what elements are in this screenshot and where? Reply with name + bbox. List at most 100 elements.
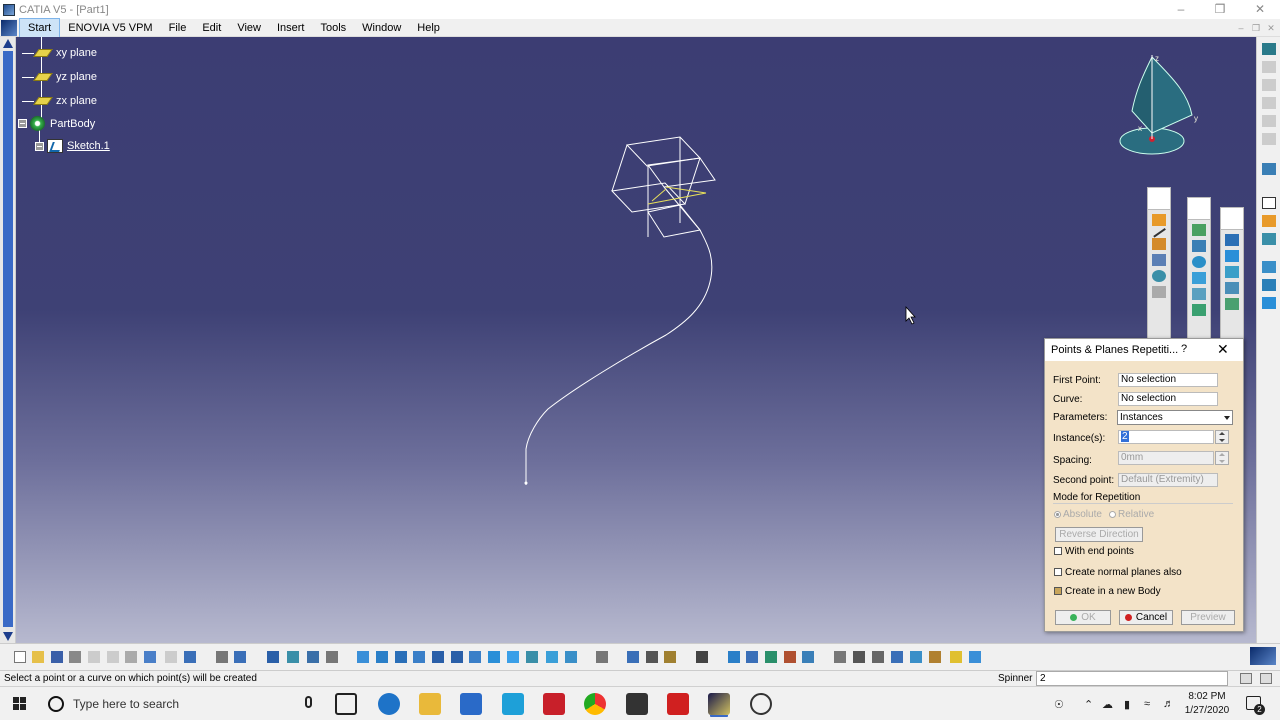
tool-icon[interactable] bbox=[1261, 79, 1276, 91]
snap-icon[interactable] bbox=[287, 651, 299, 663]
menu-view[interactable]: View bbox=[229, 19, 269, 37]
toolbar-grip[interactable] bbox=[1188, 198, 1210, 220]
copy-icon[interactable] bbox=[107, 651, 119, 663]
sweep-tool-icon[interactable] bbox=[1192, 288, 1206, 300]
plane-tool-icon[interactable] bbox=[1152, 254, 1166, 266]
update-icon[interactable] bbox=[596, 651, 608, 663]
catia-taskbar-icon[interactable] bbox=[708, 693, 730, 715]
edit-icon[interactable] bbox=[746, 651, 758, 663]
doc-close-icon[interactable]: ✕ bbox=[1264, 21, 1278, 35]
edge-browser-icon[interactable] bbox=[378, 693, 400, 715]
tray-chevron-icon[interactable]: ⌃ bbox=[1084, 698, 1093, 711]
acrobat-icon[interactable] bbox=[667, 693, 689, 715]
rotate-icon[interactable] bbox=[413, 651, 425, 663]
capture-icon[interactable] bbox=[696, 651, 708, 663]
properties-icon[interactable] bbox=[929, 651, 941, 663]
blend-icon[interactable] bbox=[1261, 297, 1276, 309]
compass-toggle-icon[interactable] bbox=[872, 651, 884, 663]
point-tool-icon[interactable] bbox=[1152, 214, 1166, 226]
grid-icon[interactable] bbox=[267, 651, 279, 663]
create-normal-planes-checkbox[interactable]: Create normal planes also bbox=[1054, 567, 1182, 578]
toolbar-grip[interactable] bbox=[1221, 208, 1243, 230]
join-tool-icon[interactable] bbox=[1225, 234, 1239, 246]
instances-input[interactable]: 2 bbox=[1118, 430, 1214, 444]
spacing-input[interactable]: 0mm bbox=[1118, 451, 1214, 465]
status-icon[interactable] bbox=[1240, 673, 1252, 684]
analysis-icon[interactable] bbox=[326, 651, 338, 663]
window-restore-button[interactable]: ❒ bbox=[1200, 0, 1240, 19]
surface-icon[interactable] bbox=[1261, 233, 1276, 245]
menu-file[interactable]: File bbox=[161, 19, 195, 37]
undo-icon[interactable] bbox=[144, 651, 156, 663]
tool-icon[interactable] bbox=[1261, 61, 1276, 73]
open-folder-icon[interactable] bbox=[32, 651, 44, 663]
axis-system-icon[interactable] bbox=[627, 651, 639, 663]
zoom-out-icon[interactable] bbox=[451, 651, 463, 663]
ok-button[interactable]: OK bbox=[1055, 610, 1111, 625]
menu-help[interactable]: Help bbox=[409, 19, 448, 37]
tool-icon[interactable] bbox=[1261, 115, 1276, 127]
window-minimize-button[interactable]: – bbox=[1161, 0, 1201, 19]
points-repetition-tool-icon[interactable] bbox=[1152, 238, 1166, 250]
pan-icon[interactable] bbox=[395, 651, 407, 663]
menu-edit[interactable]: Edit bbox=[194, 19, 229, 37]
hide-show-icon[interactable] bbox=[546, 651, 558, 663]
sphere-tool-icon[interactable] bbox=[1192, 256, 1206, 268]
split-tool-icon[interactable] bbox=[1225, 250, 1239, 262]
iso-view-icon[interactable] bbox=[507, 651, 519, 663]
curve-endpoint[interactable] bbox=[524, 481, 528, 485]
parameters-select[interactable]: Instances bbox=[1117, 410, 1233, 425]
menu-window[interactable]: Window bbox=[354, 19, 409, 37]
revolve-icon[interactable] bbox=[1261, 261, 1276, 273]
status-icon[interactable] bbox=[1260, 673, 1272, 684]
light-icon[interactable] bbox=[853, 651, 865, 663]
preview-button[interactable]: Preview bbox=[1181, 610, 1235, 625]
fit-all-icon[interactable] bbox=[376, 651, 388, 663]
menu-enovia[interactable]: ENOVIA V5 VPM bbox=[60, 19, 160, 37]
scroll-up-icon[interactable] bbox=[3, 39, 13, 48]
doc-minimize-icon[interactable]: – bbox=[1234, 21, 1248, 35]
shading-icon[interactable] bbox=[526, 651, 538, 663]
instances-spinner[interactable] bbox=[1215, 430, 1229, 444]
l-app-icon[interactable] bbox=[502, 693, 524, 715]
select-arrow-icon[interactable] bbox=[1261, 163, 1276, 175]
tree-scrollbar[interactable] bbox=[0, 37, 16, 643]
dialog-close-button[interactable]: ✕ bbox=[1217, 341, 1229, 358]
point-icon[interactable] bbox=[1261, 215, 1276, 227]
cancel-button[interactable]: Cancel bbox=[1119, 610, 1173, 625]
scroll-thumb[interactable] bbox=[3, 51, 13, 627]
trim-tool-icon[interactable] bbox=[1225, 266, 1239, 278]
onedrive-icon[interactable]: ☁ bbox=[1102, 698, 1113, 711]
fill-tool-icon[interactable] bbox=[1192, 304, 1206, 316]
quick-select-icon[interactable] bbox=[950, 651, 962, 663]
obs-icon[interactable] bbox=[750, 693, 772, 715]
formula-icon[interactable] bbox=[216, 651, 228, 663]
paste-icon[interactable] bbox=[125, 651, 137, 663]
wifi-icon[interactable]: ≈ bbox=[1144, 698, 1150, 710]
snap-to-point-icon[interactable] bbox=[664, 651, 676, 663]
sweep-icon[interactable] bbox=[1261, 279, 1276, 291]
sketcher-icon[interactable] bbox=[1261, 197, 1276, 209]
reverse-direction-button[interactable]: Reverse Direction bbox=[1055, 527, 1143, 542]
tool-icon[interactable] bbox=[1261, 133, 1276, 145]
tool-icon[interactable] bbox=[1261, 97, 1276, 109]
link-icon[interactable] bbox=[728, 651, 740, 663]
normal-view-icon[interactable] bbox=[469, 651, 481, 663]
work-on-support-icon[interactable] bbox=[646, 651, 658, 663]
microphone-icon[interactable] bbox=[305, 696, 312, 708]
extrude-tool-icon[interactable] bbox=[1192, 224, 1206, 236]
generative-shape-icon[interactable] bbox=[969, 651, 981, 663]
battery-icon[interactable]: ▮ bbox=[1124, 698, 1130, 711]
volume-icon[interactable]: ♬ bbox=[1163, 698, 1174, 710]
measure-icon[interactable] bbox=[307, 651, 319, 663]
doc-restore-icon[interactable]: ❒ bbox=[1249, 21, 1263, 35]
taskbar-clock[interactable]: 8:02 PM 1/27/2020 bbox=[1180, 690, 1234, 718]
swap-visible-icon[interactable] bbox=[565, 651, 577, 663]
projection-tool-icon[interactable] bbox=[1152, 270, 1166, 282]
window-close-button[interactable]: ✕ bbox=[1240, 0, 1280, 19]
menu-start[interactable]: Start bbox=[19, 17, 61, 38]
comment-icon[interactable] bbox=[234, 651, 246, 663]
second-point-field[interactable]: Default (Extremity) bbox=[1118, 473, 1218, 487]
zoom-in-icon[interactable] bbox=[432, 651, 444, 663]
new-file-icon[interactable] bbox=[14, 651, 26, 663]
